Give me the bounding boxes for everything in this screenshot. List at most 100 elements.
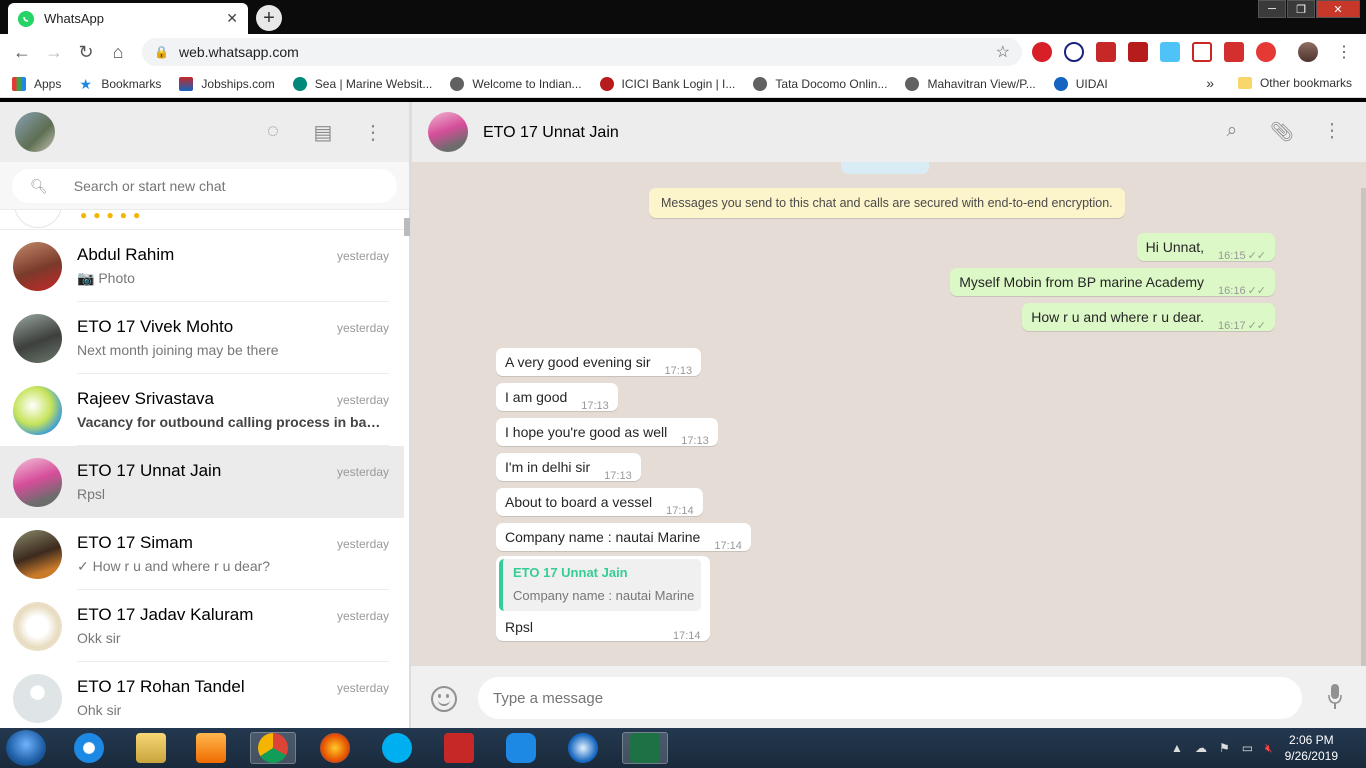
message-input[interactable] (478, 677, 1302, 719)
partial-chat-row[interactable]: ●●●●● (0, 210, 404, 230)
clock-date: 9/26/2019 (1284, 749, 1338, 763)
number-extension-icon[interactable] (1224, 42, 1244, 62)
opera-extension-icon[interactable] (1032, 42, 1052, 62)
avatar (13, 242, 62, 291)
address-bar[interactable]: 🔒 web.whatsapp.com ☆ (142, 38, 1022, 66)
browser-menu-icon[interactable]: ⋮ (1336, 42, 1352, 62)
quoted-message[interactable]: ETO 17 Unnat Jain Company name : nautai … (499, 559, 701, 611)
new-tab-button[interactable]: + (256, 5, 282, 31)
back-icon[interactable]: ← (6, 42, 38, 63)
chat-last-message: Vacancy for outbound calling process in … (77, 414, 383, 430)
bookmark-tata-docomo[interactable]: Tata Docomo Onlin... (753, 76, 887, 91)
search-input[interactable] (73, 178, 374, 194)
media-player-taskbar-icon[interactable] (188, 732, 234, 764)
chat-item[interactable]: ETO 17 Rohan Tandel yesterday Ohk sir (0, 662, 404, 728)
new-chat-icon[interactable]: ▤ (311, 120, 335, 145)
forward-icon[interactable]: → (38, 42, 70, 63)
chat-item-active[interactable]: ETO 17 Unnat Jain yesterday Rpsl (0, 446, 404, 518)
pdf-extension-icon[interactable] (1128, 42, 1148, 62)
sidebar-header: ◌ ▤ ⋮ (0, 102, 409, 162)
sidebar-menu-icon[interactable]: ⋮ (361, 120, 385, 145)
skype-taskbar-icon[interactable] (374, 732, 420, 764)
search-icon[interactable]: ⌕ (1220, 120, 1244, 144)
d-app-taskbar-icon[interactable] (436, 732, 482, 764)
status-icon[interactable]: ◌ (261, 120, 285, 145)
chatlist-scrollbar[interactable] (404, 218, 410, 236)
folder-icon (1237, 77, 1252, 89)
chat-name: ETO 17 Simam (77, 533, 193, 552)
bookmark-mahavitran[interactable]: Mahavitran View/P... (905, 76, 1036, 91)
excel-taskbar-icon[interactable] (622, 732, 668, 764)
home-icon[interactable]: ⌂ (102, 42, 134, 63)
url-text: web.whatsapp.com (178, 44, 299, 60)
contact-avatar[interactable] (428, 112, 468, 152)
bookmark-icici[interactable]: ICICI Bank Login | I... (599, 76, 735, 91)
calendar-extension-icon[interactable] (1192, 42, 1212, 62)
volume-muted-icon[interactable]: 🔇︎ (1265, 741, 1273, 756)
chat-time: yesterday (336, 609, 389, 623)
conversation-scrollbar[interactable] (1361, 188, 1366, 666)
chat-meta: Rajeev Srivastava yesterday Vacancy for … (77, 374, 389, 446)
conversation-header: ETO 17 Unnat Jain ⌕ 📎︎ ⋮ (411, 102, 1366, 162)
chrome-taskbar-icon[interactable] (250, 732, 296, 764)
start-button[interactable] (6, 730, 46, 766)
firefox-taskbar-icon[interactable] (312, 732, 358, 764)
encryption-notice[interactable]: Messages you send to this chat and calls… (649, 188, 1125, 218)
chat-item[interactable]: Rajeev Srivastava yesterday Vacancy for … (0, 374, 404, 446)
contact-name[interactable]: ETO 17 Unnat Jain (483, 124, 619, 142)
bookmark-welcome-indian[interactable]: Welcome to Indian... (450, 76, 582, 91)
bookmark-bookmarks[interactable]: ★ Bookmarks (79, 77, 161, 91)
chat-time: yesterday (336, 249, 389, 263)
chat-item[interactable]: ETO 17 Vivek Mohto yesterday Next month … (0, 302, 404, 374)
incoming-message: About to board a vessel 17:14 (496, 488, 703, 517)
message-text: Company name : nautai Marine (505, 529, 701, 545)
window-close-button[interactable]: ✕ (1316, 0, 1360, 18)
bookmark-star-icon[interactable]: ☆ (996, 42, 1010, 62)
chat-last-message: 📷 Photo (77, 270, 135, 286)
chat-app-taskbar-icon[interactable] (498, 732, 544, 764)
chat-time: yesterday (336, 465, 389, 479)
show-hidden-icons-icon[interactable]: ▲ (1171, 741, 1183, 755)
search-box: 🔍︎ (12, 169, 397, 203)
ead-extension-icon[interactable] (1256, 42, 1276, 62)
my-avatar[interactable] (15, 112, 55, 152)
onedrive-icon[interactable]: ☁ (1195, 741, 1207, 755)
minimize-button[interactable]: ─ (1258, 0, 1286, 18)
explorer-taskbar-icon[interactable] (128, 732, 174, 764)
chat-item[interactable]: ETO 17 Jadav Kaluram yesterday Okk sir (0, 590, 404, 662)
double-check-icon: ✓✓ (1247, 320, 1266, 332)
emoji-icon[interactable] (431, 686, 457, 712)
emoji-preview: ●●●●● (80, 210, 147, 222)
profile-avatar[interactable] (1298, 42, 1318, 62)
bookmark-uidai[interactable]: UIDAI (1053, 76, 1108, 91)
more-bookmarks-icon[interactable]: » (1206, 75, 1214, 91)
ie-taskbar-icon[interactable] (66, 732, 112, 764)
action-center-flag-icon[interactable]: ⚑ (1219, 741, 1230, 755)
thunderbird-taskbar-icon[interactable] (560, 732, 606, 764)
other-bookmarks[interactable]: Other bookmarks (1237, 76, 1352, 90)
chat-item[interactable]: Abdul Rahim yesterday 📷 Photo (0, 230, 404, 302)
chat-meta: ETO 17 Unnat Jain yesterday Rpsl (77, 446, 389, 518)
browser-toolbar: ← → ↻ ⌂ 🔒 web.whatsapp.com ☆ ⋮ (0, 34, 1366, 70)
bookmark-apps[interactable]: Apps (12, 76, 61, 91)
chat-name: ETO 17 Unnat Jain (77, 461, 222, 480)
block-extension-icon[interactable] (1064, 42, 1084, 62)
network-icon[interactable]: ▭ (1242, 741, 1253, 755)
icici-icon (599, 76, 614, 91)
reload-icon[interactable]: ↻ (70, 42, 102, 63)
bookmark-jobships[interactable]: Jobships.com (179, 76, 275, 91)
bookmark-sea-marine[interactable]: Sea | Marine Websit... (292, 76, 432, 91)
chat-item[interactable]: ETO 17 Simam yesterday ✓ How r u and whe… (0, 518, 404, 590)
attach-icon[interactable]: 📎︎ (1270, 120, 1294, 144)
incoming-message: I am good 17:13 (496, 383, 618, 412)
system-clock[interactable]: 2:06 PM 9/26/2019 (1285, 732, 1338, 764)
drive-extension-icon[interactable] (1160, 42, 1180, 62)
message-time: 17:13 (604, 470, 632, 482)
microphone-icon[interactable] (1328, 684, 1342, 710)
outgoing-message: Hi Unnat, 16:15 ✓✓ (1136, 233, 1275, 262)
maximize-button[interactable]: ❐ (1287, 0, 1315, 18)
tab-close-icon[interactable]: ✕ (226, 10, 238, 27)
conversation-menu-icon[interactable]: ⋮ (1320, 120, 1344, 144)
browser-tab[interactable]: WhatsApp ✕ (8, 3, 248, 34)
red-extension-icon[interactable] (1096, 42, 1116, 62)
